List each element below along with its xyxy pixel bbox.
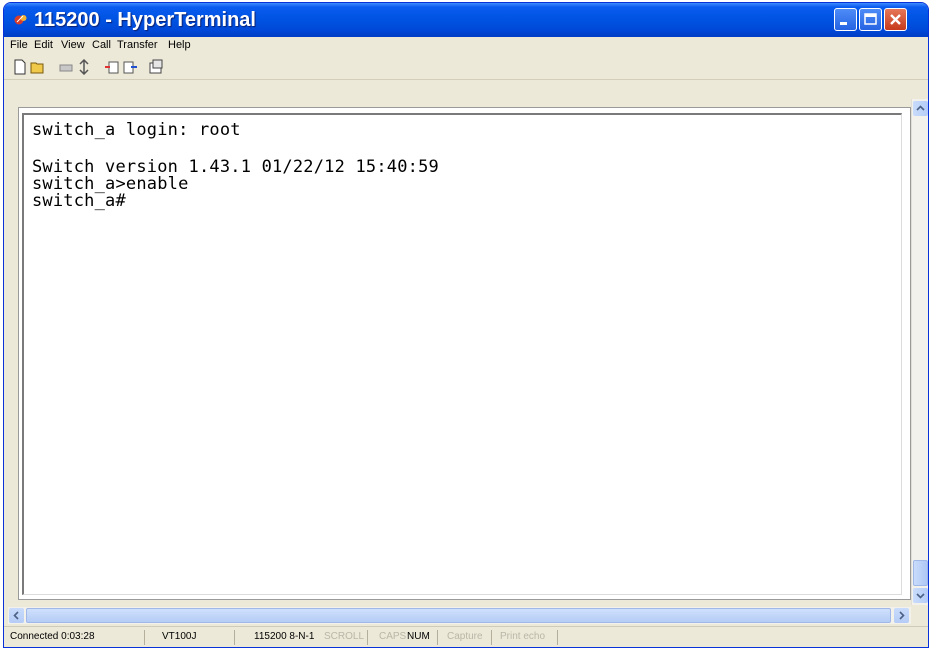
status-caps: CAPS <box>379 631 407 642</box>
title-bar[interactable]: 115200 - HyperTerminal <box>4 3 928 37</box>
status-divider <box>144 630 145 645</box>
status-capture: Capture <box>447 631 483 642</box>
status-scroll: SCROLL <box>324 631 365 642</box>
open-icon[interactable] <box>30 59 46 75</box>
disconnect-icon[interactable] <box>58 59 74 75</box>
status-divider <box>491 630 492 645</box>
horizontal-scrollbar[interactable] <box>8 607 911 624</box>
menu-transfer[interactable]: Transfer <box>117 39 158 51</box>
new-icon[interactable] <box>12 59 28 75</box>
menu-file[interactable]: File <box>10 39 28 51</box>
maximize-icon <box>864 13 877 25</box>
send-icon[interactable] <box>104 59 120 75</box>
minimize-button[interactable] <box>834 8 857 31</box>
vertical-scroll-thumb[interactable] <box>913 560 928 586</box>
properties-icon[interactable] <box>148 59 164 75</box>
status-print-echo: Print echo <box>500 631 546 642</box>
maximize-button[interactable] <box>859 8 882 31</box>
terminal-line: switch_a# <box>32 191 126 211</box>
scroll-left-icon[interactable] <box>9 608 24 623</box>
status-bar: Connected 0:03:28 VT100J 115200 8-N-1 SC… <box>4 626 928 647</box>
hyperterminal-app-icon <box>14 13 28 27</box>
menu-edit[interactable]: Edit <box>34 39 53 51</box>
hyperterminal-window: 115200 - HyperTerminal File Edit View Ca… <box>3 2 929 648</box>
status-divider <box>367 630 368 645</box>
scroll-right-icon[interactable] <box>894 608 909 623</box>
dial-icon[interactable] <box>76 58 92 76</box>
horizontal-scroll-thumb[interactable] <box>26 608 891 623</box>
vertical-scrollbar[interactable] <box>911 99 928 605</box>
status-num: NUM <box>407 631 430 642</box>
status-divider <box>437 630 438 645</box>
close-button[interactable] <box>884 8 907 31</box>
receive-icon[interactable] <box>122 59 138 75</box>
menu-help[interactable]: Help <box>168 39 191 51</box>
terminal-line: switch_a login: root <box>32 120 241 140</box>
menu-view[interactable]: View <box>61 39 85 51</box>
window-title: 115200 - HyperTerminal <box>34 9 256 31</box>
scroll-down-icon[interactable] <box>913 588 928 603</box>
minimize-icon <box>840 22 847 25</box>
status-divider <box>557 630 558 645</box>
toolbar <box>4 55 928 80</box>
status-emulation: VT100J <box>162 631 197 642</box>
close-icon <box>890 14 901 25</box>
status-settings: 115200 8-N-1 <box>254 631 315 642</box>
status-divider <box>234 630 235 645</box>
scroll-up-icon[interactable] <box>913 101 928 116</box>
status-connected: Connected 0:03:28 <box>10 631 95 642</box>
terminal-screen[interactable]: switch_a login: root Switch version 1.43… <box>22 113 902 595</box>
menu-bar: File Edit View Call Transfer Help <box>4 37 928 55</box>
menu-call[interactable]: Call <box>92 39 111 51</box>
